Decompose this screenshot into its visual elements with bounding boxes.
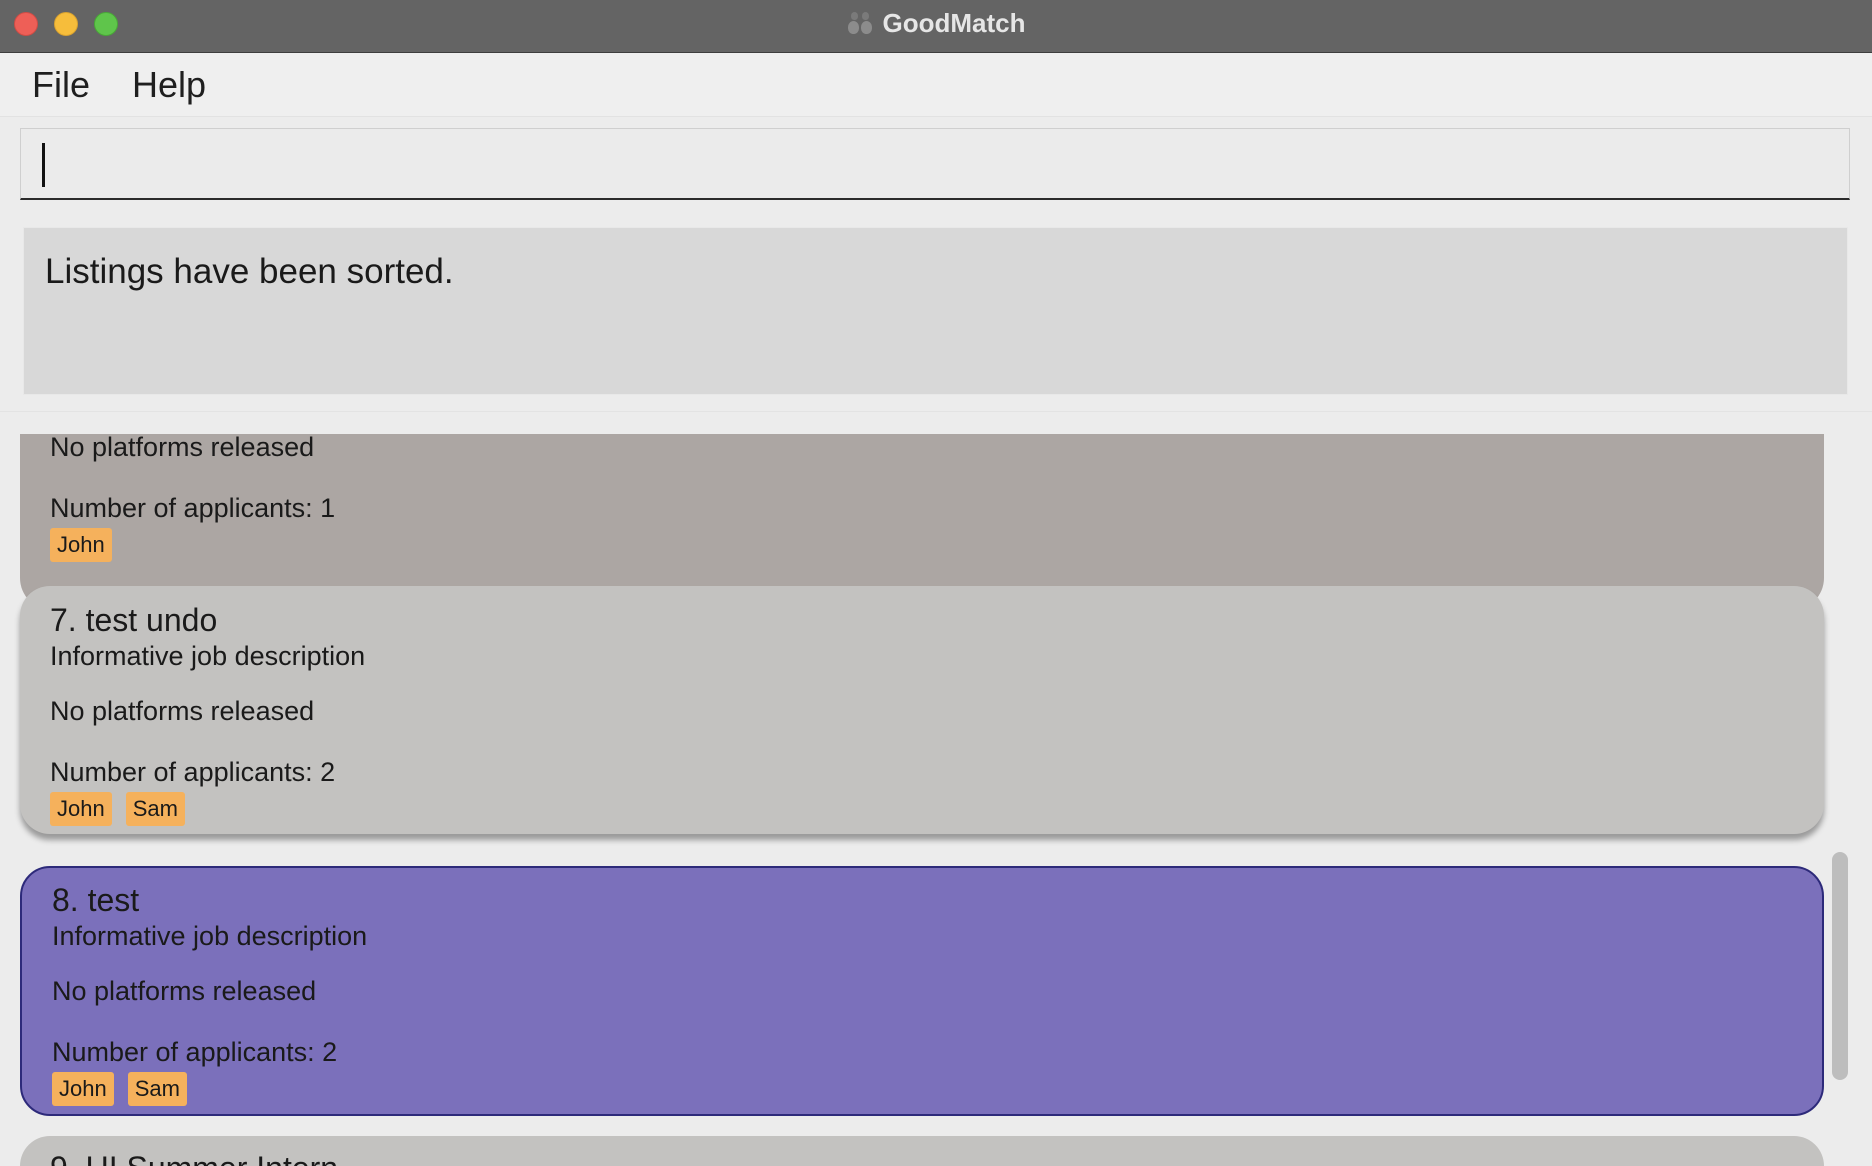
listing-platforms: No platforms released: [50, 434, 315, 462]
listing-applicant-count: Number of applicants: 2: [50, 757, 336, 787]
listing-scrollbar-thumb[interactable]: [1832, 852, 1848, 1080]
menu-help[interactable]: Help: [132, 64, 206, 106]
listing-title: 8. test: [52, 882, 140, 918]
applicant-tags: John Sam: [50, 792, 185, 826]
listing-description: Informative job description: [50, 641, 366, 671]
applicant-tag: John: [52, 1072, 114, 1106]
listing-card[interactable]: No platforms released Number of applican…: [20, 434, 1824, 610]
text-caret: [42, 143, 45, 187]
listing-title: 7. test undo: [50, 602, 218, 638]
result-display-panel: Listings have been sorted.: [0, 212, 1872, 412]
command-box[interactable]: [20, 128, 1850, 200]
applicant-tag: John: [50, 528, 112, 562]
command-input[interactable]: [21, 129, 1849, 198]
applicant-tag: Sam: [127, 1072, 187, 1106]
applicant-tags: John: [50, 528, 112, 562]
listing-platforms: No platforms released: [52, 976, 317, 1006]
result-message: Listings have been sorted.: [23, 227, 1848, 395]
window-title-group: GoodMatch: [0, 0, 1872, 46]
window-title: GoodMatch: [882, 7, 1026, 38]
listing-card[interactable]: 7. test undo Informative job description…: [20, 586, 1824, 834]
listing-applicant-count: Number of applicants: 2: [52, 1037, 338, 1067]
applicant-tag: John: [50, 792, 112, 826]
listing-title: 9. UI Summer Intern: [50, 1150, 338, 1166]
applicant-tag: Sam: [125, 792, 185, 826]
listing-card[interactable]: 9. UI Summer Intern: [20, 1136, 1824, 1166]
title-bar: GoodMatch: [0, 0, 1872, 53]
listing-platforms: No platforms released: [50, 696, 315, 726]
listing-description: Informative job description: [52, 921, 368, 951]
listing-card-selected[interactable]: 8. test Informative job description No p…: [20, 866, 1824, 1116]
listing-applicant-count: Number of applicants: 1: [50, 493, 336, 523]
listing-list[interactable]: No platforms released Number of applican…: [0, 434, 1872, 1166]
menu-file[interactable]: File: [32, 64, 90, 106]
app-logo-icon: [847, 11, 873, 35]
applicant-tags: John Sam: [52, 1072, 187, 1106]
menu-bar: File Help: [0, 53, 1872, 117]
app-window: GoodMatch File Help Listings have been s…: [0, 0, 1872, 1166]
